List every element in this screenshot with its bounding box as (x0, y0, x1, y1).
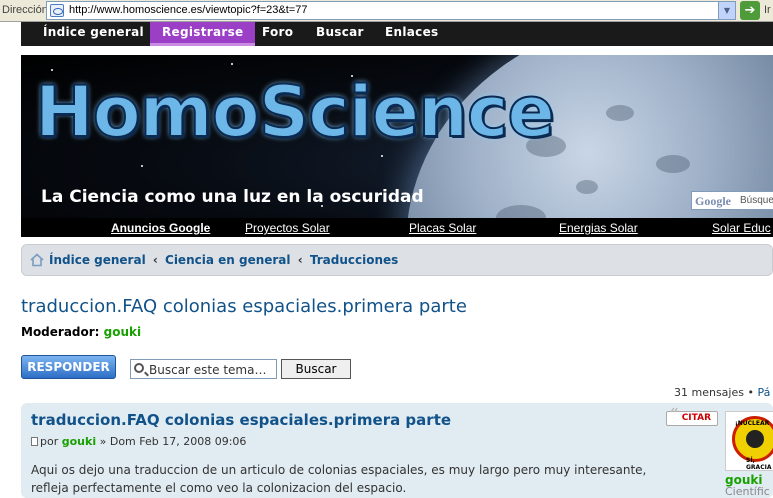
nav-divider (21, 46, 773, 55)
post-by-label: por (40, 435, 59, 448)
pagination: 31 mensajes • Pá (674, 386, 770, 399)
post-title[interactable]: traduccion.FAQ colonias espaciales.prime… (31, 411, 451, 429)
google-search-text: Búsque (740, 195, 773, 206)
ad-link-energias-solar[interactable]: Energias Solar (559, 221, 638, 235)
moderator-link[interactable]: gouki (104, 325, 141, 339)
home-icon (30, 253, 44, 267)
date-separator: » (99, 435, 107, 448)
avatar-text-top: ¡NUCLEAR (735, 420, 770, 427)
address-bar: Dirección http://www.homoscience.es/view… (0, 0, 773, 22)
ad-link-placas-solar[interactable]: Placas Solar (409, 221, 476, 235)
breadcrumb-separator: ‹ (297, 253, 303, 267)
avatar[interactable]: ¡NUCLEAR SÍ, GRACIA (725, 411, 773, 471)
site-tagline: La Ciencia como una luz en la oscuridad (41, 187, 424, 207)
profile-rank: Científic (725, 485, 770, 498)
ad-link-proyectos-solar[interactable]: Proyectos Solar (245, 221, 330, 235)
nav-item-links[interactable]: Enlaces (373, 22, 450, 46)
quote-icon: “ (670, 405, 679, 423)
moderator-label: Moderador: (21, 325, 100, 339)
message-count: 31 mensajes (674, 386, 744, 399)
page-title[interactable]: traduccion.FAQ colonias espaciales.prime… (21, 296, 467, 317)
go-arrow-icon[interactable]: ➔ (740, 1, 760, 20)
moderator-line: Moderador: gouki (21, 325, 141, 339)
breadcrumb-item-traducciones[interactable]: Traducciones (310, 253, 398, 267)
magnifier-icon (134, 363, 144, 373)
site-logo: HomoScience (34, 70, 556, 154)
ad-link-solar-educ[interactable]: Solar Educ (712, 221, 771, 235)
url-text: http://www.homoscience.es/viewtopic?f=23… (69, 4, 308, 16)
google-logo: Google (695, 194, 731, 208)
nav-item-register[interactable]: Registrarse (150, 22, 256, 46)
breadcrumb-item-ciencia[interactable]: Ciencia en general (165, 253, 291, 267)
post-body: Aqui os dejo una traduccion de un articu… (31, 463, 647, 495)
nav-item-search[interactable]: Buscar (304, 22, 376, 46)
pagination-separator: • (747, 386, 754, 399)
go-label[interactable]: Ir (764, 4, 771, 16)
post-date: Dom Feb 17, 2008 09:06 (109, 435, 247, 448)
address-label: Dirección (2, 4, 48, 16)
breadcrumb-separator: ‹ (152, 253, 158, 267)
avatar-text-bottom: SÍ, GRACIA (746, 457, 772, 471)
page-icon (50, 4, 64, 17)
dropdown-arrow-icon[interactable]: ▼ (718, 2, 735, 19)
post-author[interactable]: gouki (62, 435, 96, 448)
post: traduccion.FAQ colonias espaciales.prime… (21, 403, 773, 498)
search-placeholder: Buscar este tema… (149, 363, 267, 377)
url-input[interactable]: http://www.homoscience.es/viewtopic?f=23… (46, 1, 736, 20)
reply-button[interactable]: RESPONDER (21, 355, 116, 379)
breadcrumb: Índice general ‹ Ciencia en general ‹ Tr… (21, 244, 773, 276)
ads-bar: Anuncios Google Proyectos Solar Placas S… (21, 218, 773, 237)
quote-label: CITAR (681, 413, 711, 423)
top-nav: Índice general Registrarse Foro Buscar E… (21, 22, 773, 46)
site-banner[interactable]: HomoScience La Ciencia como una luz en l… (21, 55, 773, 237)
post-meta: por gouki » Dom Feb 17, 2008 09:06 (31, 435, 246, 448)
google-search-input[interactable]: Google Búsque (691, 191, 773, 210)
ads-label[interactable]: Anuncios Google (111, 221, 210, 235)
nav-item-index[interactable]: Índice general (31, 22, 156, 46)
quote-button[interactable]: “ CITAR (666, 405, 718, 426)
breadcrumb-item-index[interactable]: Índice general (49, 253, 146, 267)
search-button[interactable]: Buscar (281, 359, 351, 379)
nav-item-forum[interactable]: Foro (250, 22, 305, 46)
post-icon[interactable] (31, 437, 38, 446)
page-link[interactable]: Pá (757, 386, 770, 399)
topic-search-input[interactable]: Buscar este tema… (130, 359, 277, 379)
